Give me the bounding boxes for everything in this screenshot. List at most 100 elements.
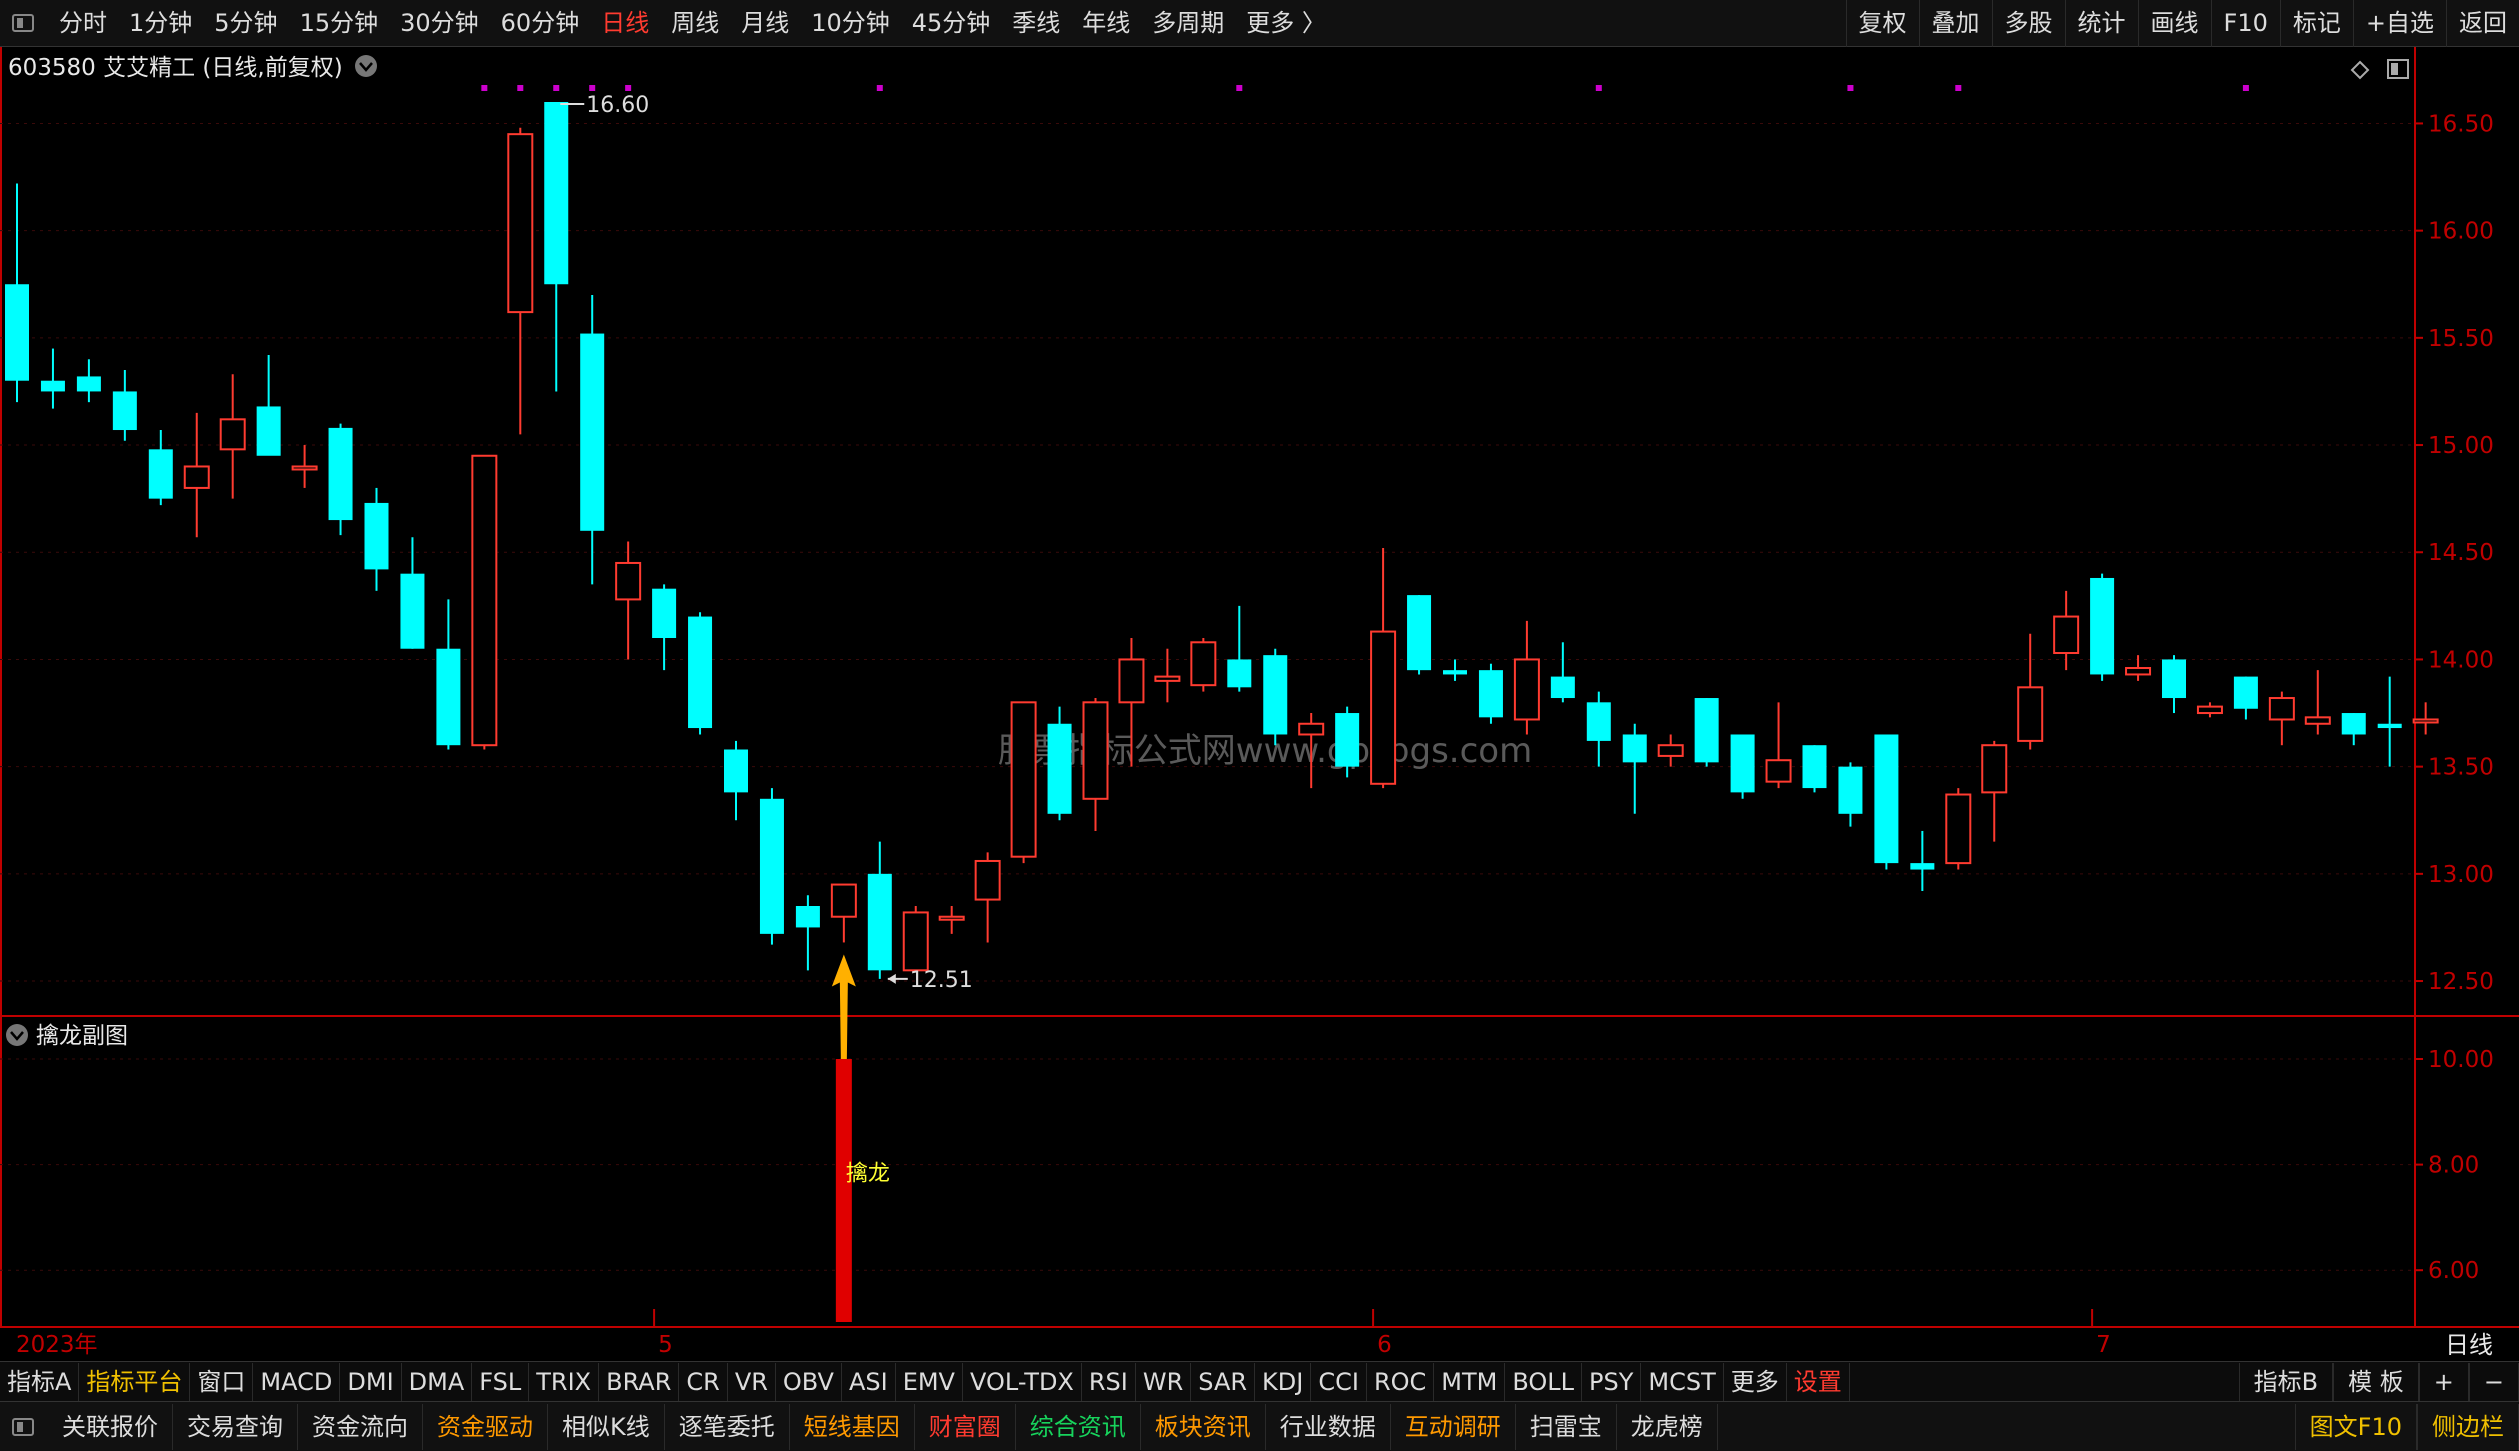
tool-button[interactable]: 返回 [2446, 0, 2519, 47]
bottom-button[interactable]: 行业数据 [1266, 1403, 1391, 1450]
indicator-tab[interactable]: WR [1136, 1362, 1192, 1401]
indicator-tab[interactable]: CCI [1311, 1362, 1367, 1401]
bottom-button[interactable]: 综合资讯 [1016, 1403, 1141, 1450]
bottom-right-button[interactable]: 图文F10 [2294, 1403, 2417, 1450]
indicator-tab[interactable]: PSY [1582, 1362, 1642, 1401]
indicator-tab[interactable]: MACD [253, 1362, 341, 1401]
indicator-tab[interactable]: RSI [1082, 1362, 1136, 1401]
candle-body [1047, 723, 1072, 814]
indicator-tab[interactable]: BOLL [1505, 1362, 1583, 1401]
period-tab[interactable]: 多周期 [1141, 0, 1235, 47]
tool-button[interactable]: +自选 [2352, 0, 2446, 47]
candle-body [291, 465, 318, 471]
indicator-tab[interactable]: 指标平台 [79, 1362, 191, 1401]
period-tab[interactable]: 周线 [660, 0, 730, 47]
bottom-button[interactable]: 相似K线 [548, 1403, 665, 1450]
bottom-right-button[interactable]: 侧边栏 [2417, 1403, 2519, 1450]
candle-body [2162, 659, 2186, 699]
period-tab[interactable]: 5分钟 [203, 0, 288, 47]
bottom-button[interactable]: 互动调研 [1391, 1403, 1516, 1450]
indicator-tab[interactable]: SAR [1191, 1362, 1256, 1401]
candle-body [1118, 658, 1145, 704]
bottom-buttons: 关联报价 交易查询 资金流向 资金驱动 相似K线 逐笔委托 短线基因 财富圈 综合资讯 板块资讯行… [48, 1403, 1718, 1450]
indicator-tab[interactable]: BRAR [599, 1362, 680, 1401]
bottom-button[interactable]: 财富圈 [915, 1403, 1016, 1450]
indicator-right-button[interactable]: − [2468, 1362, 2519, 1401]
period-tab[interactable]: 更多 〉 [1235, 0, 1337, 47]
y-tick-label: 15.50 [2428, 326, 2494, 352]
tool-buttons: 复权 叠加 多股 统计 画线 F10 标记 +自选 返回 [1845, 0, 2519, 47]
indicator-tab[interactable]: 设置 [1787, 1362, 1850, 1401]
period-tab[interactable]: 30分钟 [389, 0, 490, 47]
indicator-tab[interactable]: 窗口 [190, 1362, 254, 1401]
tool-button[interactable]: 多股 [1991, 0, 2065, 47]
indicator-tab[interactable]: TRIX [529, 1362, 600, 1401]
indicator-tab[interactable]: CR [679, 1362, 728, 1401]
indicator-tab[interactable]: 更多 [1724, 1362, 1787, 1401]
tool-button[interactable]: F10 [2210, 0, 2280, 47]
period-tab[interactable]: 10分钟 [800, 0, 901, 47]
indicator-right-button[interactable]: 指标B [2238, 1362, 2334, 1401]
subchart-collapse-icon[interactable] [6, 1024, 28, 1046]
x-tick-label: 2023年 [16, 1332, 98, 1358]
tool-button[interactable]: 复权 [1845, 0, 1919, 47]
y-tick-label: 10.00 [2428, 1047, 2494, 1073]
candle-body [759, 798, 784, 934]
period-tab[interactable]: 45分钟 [901, 0, 1002, 47]
indicator-tab[interactable]: MTM [1434, 1362, 1506, 1401]
period-tab[interactable]: 年线 [1071, 0, 1141, 47]
period-tab[interactable]: 季线 [1001, 0, 1071, 47]
bottom-button[interactable]: 资金流向 [298, 1403, 423, 1450]
indicator-tab[interactable]: EMV [896, 1362, 963, 1401]
signal-marker [2242, 85, 2249, 91]
indicator-tab[interactable]: ASI [842, 1362, 896, 1401]
indicator-tab[interactable]: ROC [1367, 1362, 1435, 1401]
indicator-tab[interactable]: FSL [472, 1362, 530, 1401]
title-dropdown-icon[interactable] [355, 55, 377, 77]
candle-body [1478, 670, 1503, 718]
indicator-tab[interactable]: DMA [402, 1362, 473, 1401]
bottom-button[interactable]: 龙虎榜 [1617, 1403, 1718, 1450]
window-icon[interactable] [12, 14, 34, 32]
bottom-button[interactable]: 短线基因 [790, 1403, 915, 1450]
indicator-tab[interactable]: 指标A [0, 1362, 80, 1401]
period-tab[interactable]: 分时 [48, 0, 118, 47]
indicator-tab[interactable]: VR [728, 1362, 776, 1401]
period-tab[interactable]: 日线 [590, 0, 660, 47]
indicator-tab[interactable]: VOL-TDX [963, 1362, 1082, 1401]
bottom-button[interactable]: 交易查询 [173, 1403, 298, 1450]
candle-body [1981, 744, 2008, 794]
candle-body [507, 133, 534, 314]
signal-marker [517, 85, 524, 91]
tool-button[interactable]: 画线 [2137, 0, 2211, 47]
bottom-button[interactable]: 关联报价 [48, 1403, 173, 1450]
period-tab[interactable]: 1分钟 [118, 0, 203, 47]
candle-body [148, 449, 173, 499]
tool-button[interactable]: 统计 [2064, 0, 2138, 47]
period-tab[interactable]: 60分钟 [490, 0, 591, 47]
indicator-right-button[interactable]: + [2418, 1362, 2469, 1401]
panel-icon[interactable] [12, 1417, 34, 1436]
candle-body [40, 380, 65, 392]
period-tab[interactable]: 月线 [730, 0, 800, 47]
y-tick-label: 16.50 [2428, 111, 2494, 137]
candle-body [219, 418, 246, 451]
bottom-button[interactable]: 资金驱动 [423, 1403, 548, 1450]
indicator-right-button[interactable]: 模 板 [2333, 1362, 2419, 1401]
candle-body [112, 391, 137, 431]
tool-button[interactable]: 叠加 [1918, 0, 1992, 47]
indicator-tab[interactable]: KDJ [1255, 1362, 1312, 1401]
period-tab[interactable]: 15分钟 [289, 0, 390, 47]
bottom-button[interactable]: 板块资讯 [1141, 1403, 1266, 1450]
bottom-button[interactable]: 扫雷宝 [1516, 1403, 1617, 1450]
indicator-tab[interactable]: OBV [776, 1362, 842, 1401]
indicator-tab[interactable]: DMI [340, 1362, 402, 1401]
y-tick-label: 6.00 [2428, 1258, 2479, 1284]
candle-body [1910, 863, 1935, 870]
indicator-tab[interactable]: MCST [1641, 1362, 1724, 1401]
bottom-button[interactable]: 逐笔委托 [665, 1403, 790, 1450]
candle-body [183, 465, 210, 489]
candle-body [1838, 766, 1863, 814]
tool-button[interactable]: 标记 [2279, 0, 2353, 47]
subchart-title: 擒龙副图 [36, 1023, 128, 1049]
